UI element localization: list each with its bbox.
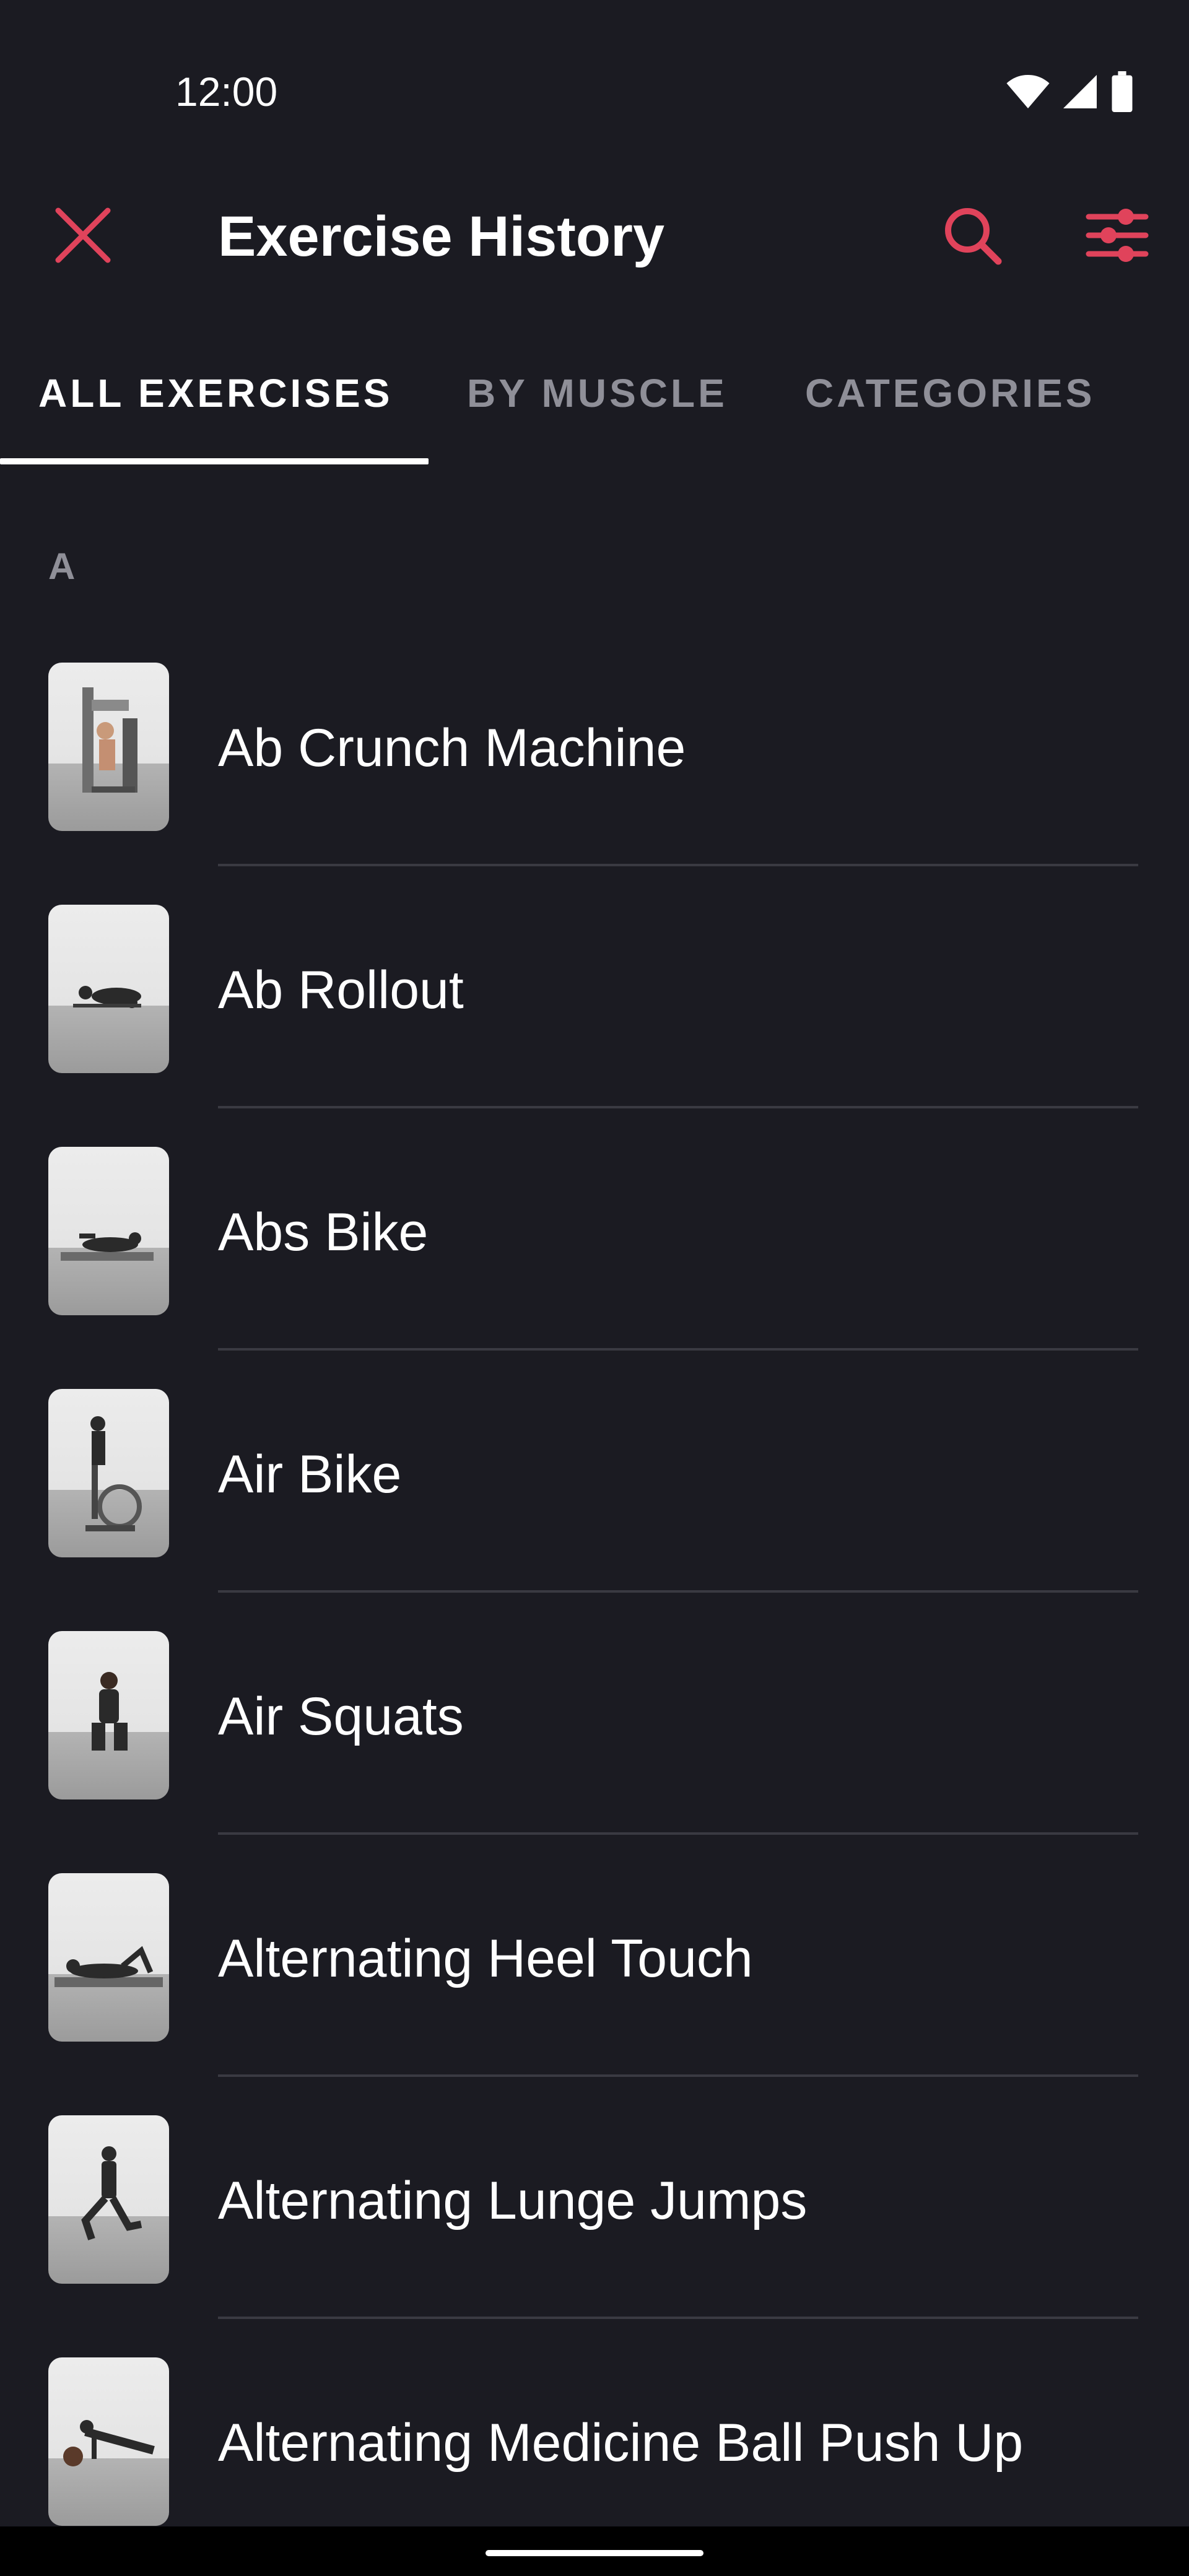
tab-by-muscle[interactable]: BY MUSCLE — [467, 368, 728, 418]
air-bike-thumbnail — [48, 1389, 169, 1557]
tab-categories[interactable]: CATEGORIES — [805, 368, 1095, 418]
status-bar: 12:00 — [0, 0, 1189, 186]
ab-crunch-machine-thumbnail — [48, 663, 169, 831]
exercise-name: Air Bike — [218, 1445, 402, 1504]
list-item[interactable]: Abs Bike — [0, 1108, 1189, 1351]
section-header-letter: A — [48, 546, 76, 587]
exercise-name: Alternating Medicine Ball Push Up — [218, 2413, 1024, 2473]
list-item[interactable]: Alternating Medicine Ball Push Up — [0, 2319, 1189, 2561]
exercise-name: Alternating Heel Touch — [218, 1929, 753, 1988]
list-item[interactable]: Ab Rollout — [0, 866, 1189, 1108]
list-item[interactable]: Air Bike — [0, 1351, 1189, 1593]
active-tab-indicator — [0, 458, 429, 464]
page-title: Exercise History — [218, 205, 665, 268]
exercise-name: Ab Crunch Machine — [218, 718, 686, 778]
status-time: 12:00 — [175, 69, 278, 115]
signal-icon — [1061, 73, 1099, 113]
exercise-list: Ab Crunch Machine Ab Rollout Abs Bike Ai… — [0, 624, 1189, 2561]
exercise-name: Air Squats — [218, 1687, 464, 1746]
battery-icon — [1110, 71, 1135, 115]
ab-rollout-thumbnail — [48, 905, 169, 1073]
tab-bar: ALL EXERCISES BY MUSCLE CATEGORIES — [0, 347, 1189, 464]
sliders-icon[interactable] — [1085, 203, 1149, 268]
wifi-icon — [1006, 73, 1050, 113]
close-icon[interactable] — [52, 204, 114, 266]
search-icon[interactable] — [940, 203, 1004, 268]
status-icons — [1006, 71, 1135, 115]
alternating-medicine-ball-push-up-thumbnail — [48, 2357, 169, 2526]
app-bar: Exercise History — [0, 186, 1189, 285]
air-squats-thumbnail — [48, 1631, 169, 1799]
exercise-name: Ab Rollout — [218, 960, 464, 1020]
exercise-name: Alternating Lunge Jumps — [218, 2171, 808, 2230]
list-item[interactable]: Ab Crunch Machine — [0, 624, 1189, 866]
list-item[interactable]: Air Squats — [0, 1593, 1189, 1835]
list-item[interactable]: Alternating Lunge Jumps — [0, 2077, 1189, 2319]
exercise-name: Abs Bike — [218, 1203, 429, 1262]
tab-all-exercises[interactable]: ALL EXERCISES — [38, 368, 393, 418]
list-item[interactable]: Alternating Heel Touch — [0, 1835, 1189, 2077]
alternating-lunge-jumps-thumbnail — [48, 2115, 169, 2284]
home-handle[interactable] — [486, 2550, 703, 2556]
system-nav-bar — [0, 2526, 1189, 2576]
abs-bike-thumbnail — [48, 1147, 169, 1315]
alternating-heel-touch-thumbnail — [48, 1873, 169, 2042]
